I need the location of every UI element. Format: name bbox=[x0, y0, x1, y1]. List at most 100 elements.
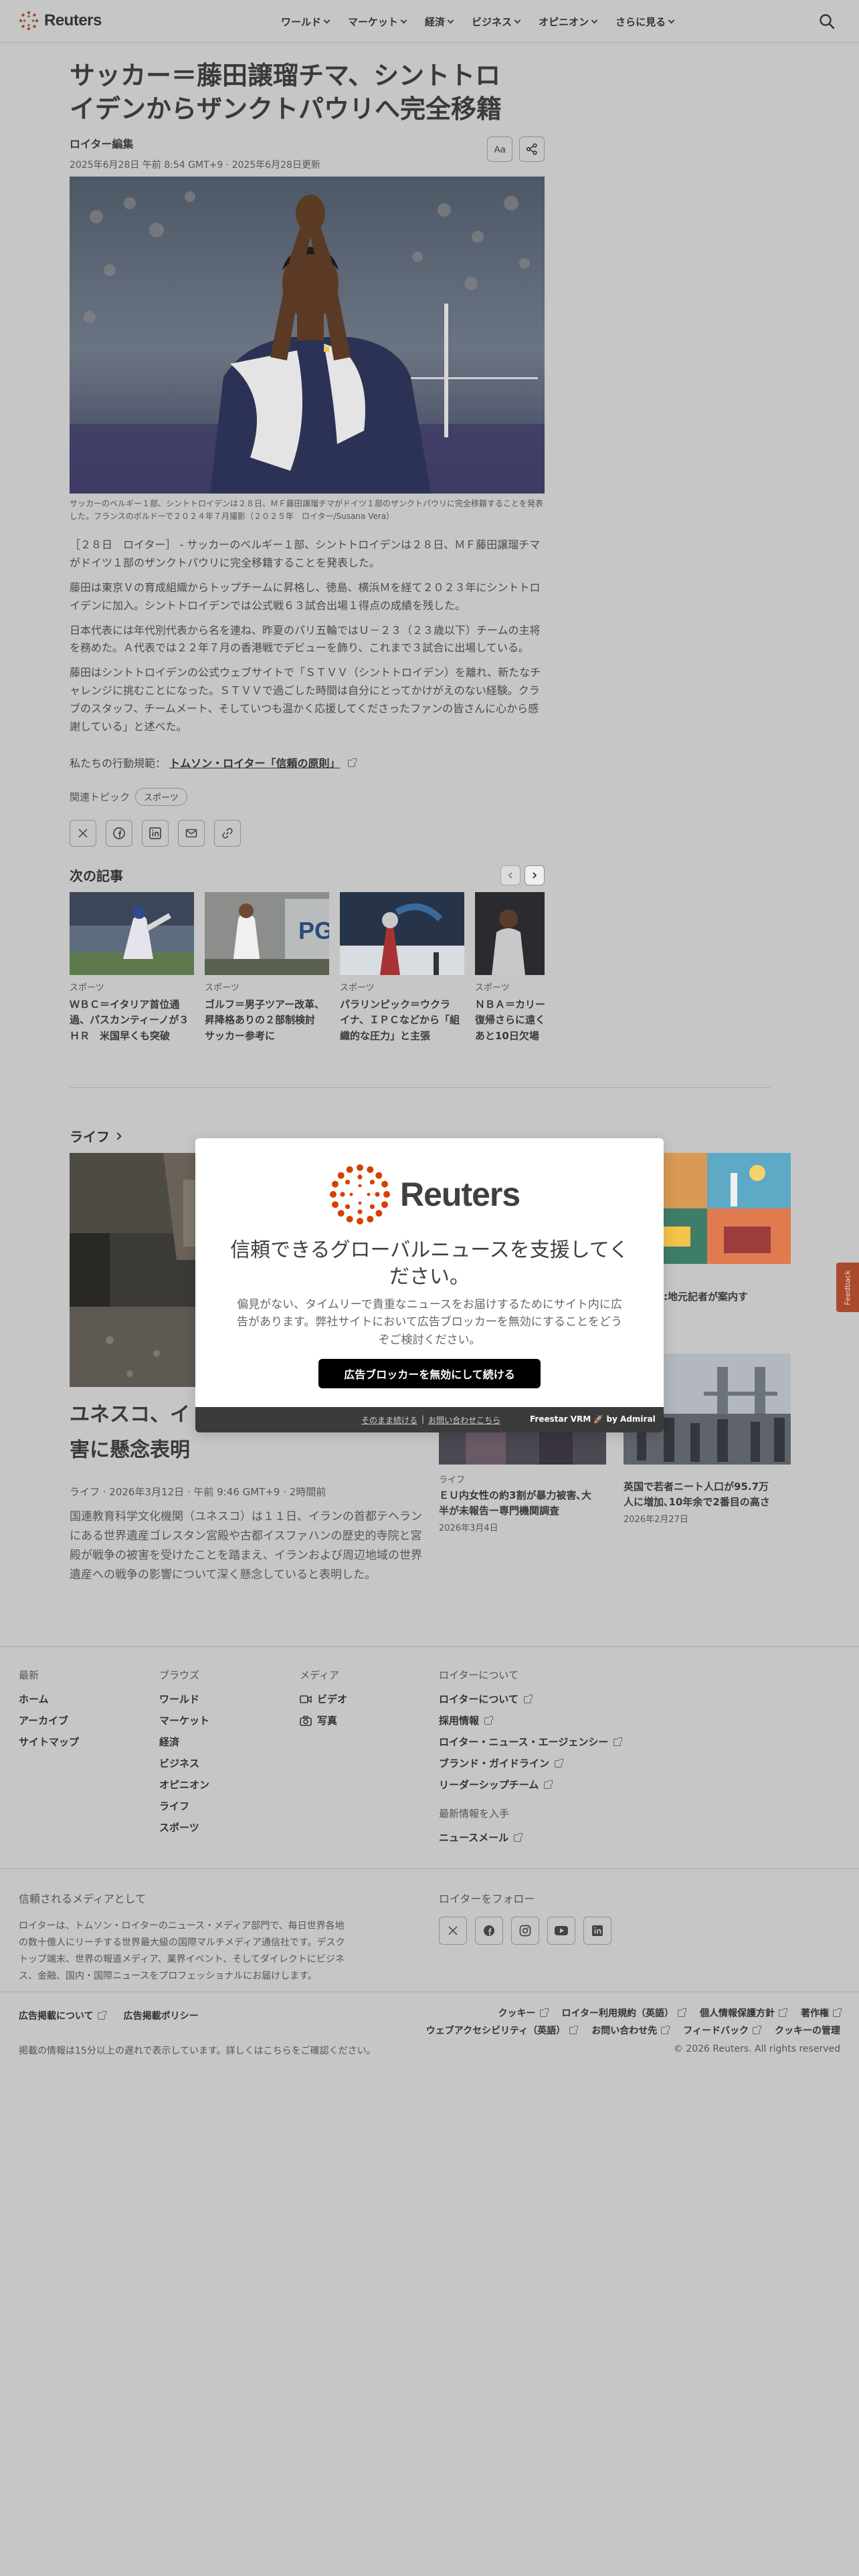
paragraph: ［２８日 ロイター］ - サッカーのベルギー１部、シントトロイデンは２８日、ＭＦ… bbox=[70, 538, 541, 569]
footer-link[interactable]: スポーツ bbox=[159, 1821, 209, 1834]
footer-link[interactable]: ライフ bbox=[159, 1800, 209, 1813]
share-x-button[interactable] bbox=[70, 820, 96, 847]
next-article-card[interactable]: スポーツ ＷＢＣ＝イタリア首位通 過、パスカンティーノが３ ＨＲ 米国早くも突破 bbox=[70, 892, 194, 1044]
video-icon bbox=[300, 1695, 312, 1703]
carousel-next-button[interactable] bbox=[524, 865, 545, 885]
external-link-icon bbox=[833, 2008, 842, 2017]
contact-link[interactable]: お問い合わせこちら bbox=[428, 1414, 500, 1426]
share-row bbox=[70, 820, 241, 847]
life-side-photo[interactable] bbox=[439, 1432, 606, 1465]
footer-link-newsletter[interactable]: ニュースメール bbox=[439, 1831, 621, 1844]
modal-text: 偏見がない、タイムリーで貴重なニュースをお届けするためにサイト内に広告があります… bbox=[237, 1298, 622, 1347]
topic-chip-sports[interactable]: スポーツ bbox=[135, 788, 187, 806]
delay-disclaimer: 掲載の情報は15分以上の遅れで表示しています。詳しくはこちらをご確認ください。 bbox=[19, 2046, 376, 2056]
legal-link[interactable]: 個人情報保護方針 bbox=[700, 2006, 787, 2020]
share-icon bbox=[526, 143, 537, 155]
trust-principles-link[interactable]: トムソン・ロイター「信頼の原則」 bbox=[169, 757, 340, 770]
follow-linkedin-button[interactable] bbox=[583, 1917, 611, 1945]
x-icon bbox=[78, 829, 88, 838]
related-topics: 関連トピック スポーツ bbox=[70, 788, 187, 806]
reuters-logo-icon bbox=[330, 1164, 390, 1224]
mail-icon bbox=[185, 829, 197, 838]
modal-logo: Reuters bbox=[329, 1164, 520, 1225]
search-button[interactable] bbox=[818, 12, 836, 31]
nav-economy[interactable]: 経済 bbox=[425, 15, 454, 29]
share-facebook-button[interactable] bbox=[106, 820, 132, 847]
life-side-right-text[interactable]: 英国で若者ニート人口が95.7万 人に増加､10年余で2番目の高さ 2026年2月… bbox=[624, 1477, 791, 1525]
link-icon bbox=[222, 828, 233, 839]
footer-link-video[interactable]: ビデオ bbox=[300, 1693, 347, 1706]
life-main-meta: ライフ · 2026年3月12日 · 午前 9:46 GMT+9 · 2時間前 bbox=[70, 1486, 326, 1498]
continue-anyway-link[interactable]: そのまま続ける bbox=[361, 1414, 417, 1426]
feedback-tab[interactable]: Feedback bbox=[836, 1263, 859, 1312]
trust-principles: 私たちの行動規範： トムソン・ロイター「信頼の原則」 bbox=[70, 754, 357, 770]
follow-facebook-button[interactable] bbox=[475, 1917, 503, 1945]
next-article-card[interactable]: PG スポーツ ゴルフ＝男子ツアー改革、 昇降格ありの２部制検討 サッカー参考に bbox=[205, 892, 329, 1044]
nav-opinion[interactable]: オピニオン bbox=[539, 15, 598, 29]
share-email-button[interactable] bbox=[178, 820, 205, 847]
adblock-modal: Reuters 信頼できるグローバルニュースを支援してください。 偏見がない、タ… bbox=[195, 1138, 664, 1432]
byline: ロイター編集 bbox=[70, 138, 134, 151]
life-side-left-text[interactable]: ライフ ＥＵ内女性の約3割が暴力被害､大 半が未報告ー専門機関調査 2026年3月… bbox=[439, 1473, 606, 1533]
next-article-card[interactable]: スポーツ ＮＢＡ＝カリー 復帰さらに遠く あと10日欠場 bbox=[475, 892, 545, 1044]
follow-youtube-button[interactable] bbox=[547, 1917, 575, 1945]
font-size-button[interactable]: Aa bbox=[487, 136, 512, 162]
footer-link[interactable]: オピニオン bbox=[159, 1778, 209, 1792]
footer-link[interactable]: ロイター・ニュース・エージェンシー bbox=[439, 1735, 623, 1749]
section-title-life[interactable]: ライフ bbox=[70, 1126, 122, 1146]
paragraph: 日本代表には年代別代表から名を連ね、昨夏のパリ五輪ではＵ－２３（２３歳以下）チー… bbox=[70, 623, 541, 655]
legal-link[interactable]: フィードバック bbox=[683, 2024, 761, 2037]
legal-link[interactable]: お問い合わせ先 bbox=[591, 2024, 670, 2037]
legal-link[interactable]: クッキー bbox=[498, 2006, 549, 2020]
footer-link[interactable]: ワールド bbox=[159, 1693, 209, 1706]
footer-link[interactable]: マーケット bbox=[159, 1714, 209, 1727]
carousel-prev-button[interactable] bbox=[500, 865, 520, 885]
chevron-left-icon bbox=[508, 872, 512, 879]
hero-photo bbox=[70, 177, 545, 494]
paragraph: 藤田は東京Ｖの育成組織からトップチームに昇格し、徳島、横浜Ｍを経て２０２３年にシ… bbox=[70, 580, 541, 612]
footer-link[interactable]: ブランド・ガイドライン bbox=[439, 1757, 621, 1770]
side-title: 英国で若者ニート人口が95.7万 人に増加､10年余で2番目の高さ bbox=[624, 1481, 770, 1509]
footer-link[interactable]: サイトマップ bbox=[19, 1735, 79, 1749]
legal-link[interactable]: クッキーの管理 bbox=[775, 2024, 840, 2037]
copy-link-button[interactable] bbox=[214, 820, 241, 847]
next-articles-header: 次の記事 bbox=[70, 865, 545, 885]
external-link-icon bbox=[569, 2025, 579, 2034]
footer-link[interactable]: ホーム bbox=[19, 1693, 79, 1706]
nav-world[interactable]: ワールド bbox=[281, 15, 330, 29]
footer-link[interactable]: アーカイブ bbox=[19, 1714, 79, 1727]
footer-link[interactable]: 採用情報 bbox=[439, 1714, 621, 1727]
next-article-card[interactable]: スポーツ パラリンピック＝ウクラ イナ、ＩＰＣなどから「組 織的な圧力」と主張 bbox=[340, 892, 464, 1044]
footer-link[interactable]: 経済 bbox=[159, 1735, 209, 1749]
footer-link-photos[interactable]: 写真 bbox=[300, 1714, 347, 1727]
next-articles-title: 次の記事 bbox=[70, 868, 123, 884]
article-headline: サッカー＝藤田譲瑠チマ、シントトロ イデンからザンクトパウリへ完全移籍 bbox=[70, 61, 502, 124]
main-nav: ワールド マーケット 経済 ビジネス オピニオン さらに見る bbox=[281, 0, 675, 43]
legal-link[interactable]: 広告掲載ポリシー bbox=[124, 2009, 199, 2022]
powered-by: Freestar VRM 🚀 by Admiral bbox=[530, 1414, 656, 1424]
follow-instagram-button[interactable] bbox=[511, 1917, 539, 1945]
nav-markets[interactable]: マーケット bbox=[348, 15, 407, 29]
footer-link[interactable]: リーダーシップチーム bbox=[439, 1778, 621, 1792]
share-linkedin-button[interactable] bbox=[142, 820, 169, 847]
follow-x-button[interactable] bbox=[439, 1917, 467, 1945]
footer-col-browse: ブラウズ ワールド マーケット 経済 ビジネス オピニオン ライフ スポーツ bbox=[159, 1669, 210, 1834]
nav-business[interactable]: ビジネス bbox=[472, 15, 521, 29]
footer-link[interactable]: ロイターについて bbox=[439, 1693, 621, 1706]
chevron-down-icon bbox=[323, 17, 330, 23]
external-link-icon bbox=[753, 2025, 761, 2034]
share-button[interactable] bbox=[519, 136, 545, 162]
reuters-logo[interactable]: Reuters bbox=[19, 11, 102, 31]
disable-adblock-button[interactable]: 広告ブロッカーを無効にして続ける bbox=[318, 1359, 541, 1388]
legal-link[interactable]: 広告掲載について bbox=[19, 2009, 106, 2022]
legal-link[interactable]: 著作権 bbox=[801, 2006, 842, 2020]
footer-link[interactable]: ビジネス bbox=[159, 1757, 209, 1770]
linkedin-icon bbox=[149, 827, 161, 839]
external-link-icon bbox=[555, 1758, 564, 1767]
chevron-down-icon bbox=[400, 17, 407, 23]
article: サッカー＝藤田譲瑠チマ、シントトロ イデンからザンクトパウリへ完全移籍 ロイター… bbox=[70, 59, 545, 1042]
nav-more[interactable]: さらに見る bbox=[615, 15, 675, 29]
legal-link[interactable]: ロイター利用規約（英語） bbox=[562, 2006, 686, 2020]
legal-link[interactable]: ウェブアクセシビリティ（英語） bbox=[426, 2024, 579, 2037]
facebook-icon bbox=[113, 827, 125, 839]
